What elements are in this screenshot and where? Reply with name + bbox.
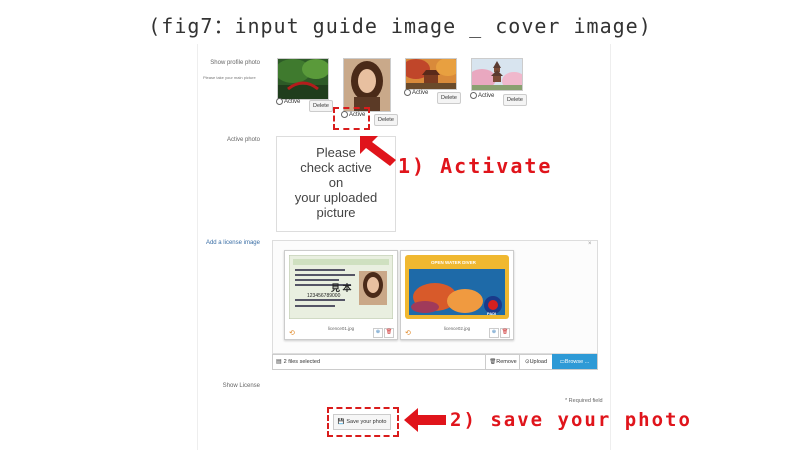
delete-button-1[interactable]: Delete <box>309 100 333 112</box>
save-icon: 💾 <box>337 419 345 425</box>
placeholder-line: your uploaded <box>294 190 378 205</box>
step2-annotation: 2) save your photo <box>450 409 692 431</box>
trash-icon[interactable]: 🗑 <box>384 328 394 338</box>
trash-icon[interactable]: 🗑 <box>500 328 510 338</box>
profile-photo-1[interactable] <box>277 58 329 100</box>
rotate-icon[interactable]: ⟲ <box>289 329 295 337</box>
browse-button[interactable]: ▭ Browse ... <box>552 354 597 369</box>
active-photo-label: Active photo <box>226 137 260 143</box>
garden-photo <box>278 59 328 99</box>
license-card-1: 見 本 123456789000 licence01.jpg ⟲ ⊕ 🗑 <box>284 250 398 340</box>
step1-annotation: 1) Activate <box>398 154 553 178</box>
activate-highlight <box>333 107 370 130</box>
padi-badge: PADI <box>487 311 497 316</box>
file-icon: ▤ <box>276 359 282 365</box>
diver-card-title: OPEN WATER DIVER <box>431 260 476 265</box>
radio-circle-icon <box>276 98 283 105</box>
close-icon[interactable]: × <box>588 241 592 247</box>
zoom-icon[interactable]: ⊕ <box>489 328 499 338</box>
active-radio-3[interactable]: Active <box>404 89 428 96</box>
required-field-note: * Required field <box>565 398 603 404</box>
red-left-arrow-icon <box>404 408 446 432</box>
save-label: Save your photo <box>346 419 387 425</box>
profile-photo-2[interactable] <box>343 58 391 112</box>
upload-button[interactable]: ⊙ Upload <box>519 355 552 369</box>
rotate-icon[interactable]: ⟲ <box>405 329 411 337</box>
delete-button-2[interactable]: Delete <box>374 114 398 126</box>
autumn-temple-photo <box>406 59 456 89</box>
upload-label: Upload <box>529 359 548 365</box>
profile-photo-4[interactable] <box>471 58 523 91</box>
browse-label: Browse ... <box>564 358 590 365</box>
file-status: ▤ 2 files selected <box>276 358 321 366</box>
delete-button-4[interactable]: Delete <box>503 94 527 106</box>
license-number: 123456789000 <box>307 293 341 299</box>
profile-hint: Please take your main picture <box>203 75 256 80</box>
file-status-text: 2 files selected <box>283 358 321 365</box>
radio-label: Active <box>412 89 429 96</box>
remove-button[interactable]: 🗑 Remove <box>485 355 520 369</box>
show-license-label: Show License <box>222 383 260 389</box>
file-input-bar: ▤ 2 files selected 🗑 Remove ⊙ Upload ▭ B… <box>272 354 598 370</box>
trash-icon: 🗑 <box>489 359 497 365</box>
save-photo-button[interactable]: 💾 Save your photo <box>333 414 391 430</box>
zoom-icon[interactable]: ⊕ <box>373 328 383 338</box>
add-license-label[interactable]: Add a license image <box>198 240 260 246</box>
delete-button-3[interactable]: Delete <box>437 92 461 104</box>
pagoda-photo <box>472 59 522 90</box>
profile-photo-3[interactable] <box>405 58 457 90</box>
license-card-2: OPEN WATER DIVER PADI licence02.jpg ⟲ ⊕ … <box>400 250 514 340</box>
show-profile-photo-label: Show profile photo <box>210 60 260 66</box>
red-arrow-icon <box>360 136 396 166</box>
portrait-photo <box>344 59 390 111</box>
figure-title: (fig7：input guide image _ cover image) <box>148 14 652 38</box>
radio-label: Active <box>284 98 301 105</box>
radio-circle-icon <box>470 92 477 99</box>
placeholder-line: picture <box>316 205 356 220</box>
active-radio-1[interactable]: Active <box>276 98 300 105</box>
active-radio-4[interactable]: Active <box>470 92 494 99</box>
remove-label: Remove <box>496 359 517 365</box>
placeholder-line: on <box>328 175 344 190</box>
radio-label: Active <box>478 92 495 99</box>
radio-circle-icon <box>404 89 411 96</box>
